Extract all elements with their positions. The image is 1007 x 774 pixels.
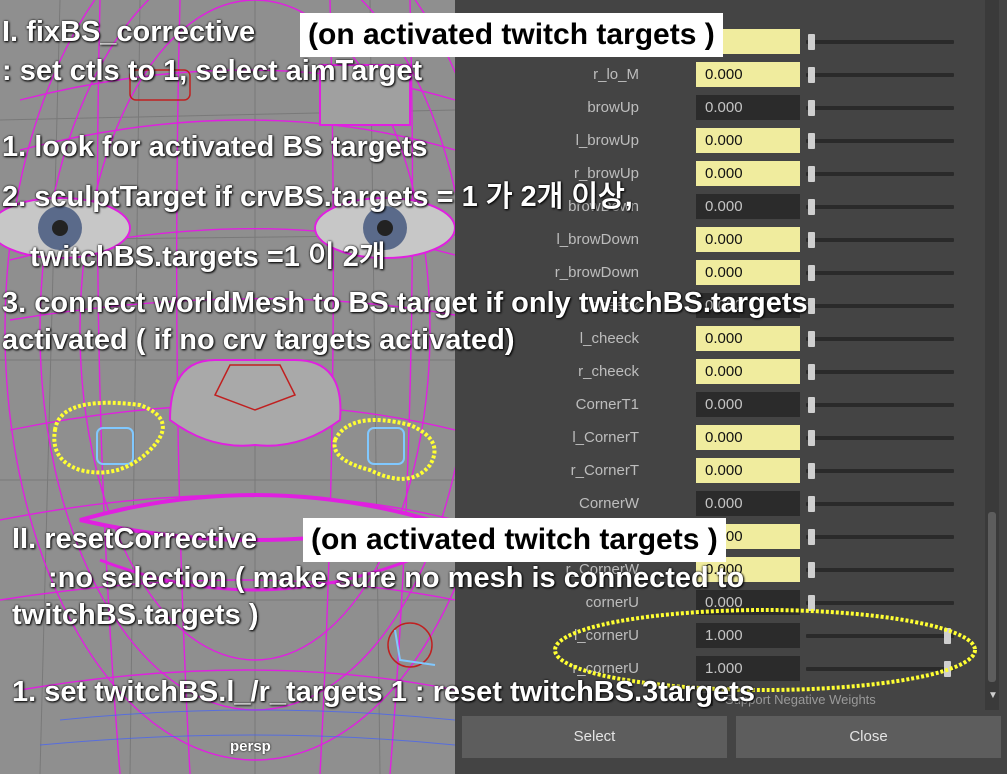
- attribute-slider-track[interactable]: [806, 337, 954, 341]
- attribute-value-field[interactable]: 0.000: [696, 161, 800, 186]
- attribute-label: r_lo_M: [593, 66, 639, 83]
- attribute-slider-track[interactable]: [806, 172, 954, 176]
- attribute-slider-handle[interactable]: [808, 100, 815, 116]
- attribute-slider-track[interactable]: [806, 304, 954, 308]
- attribute-slider-handle[interactable]: [808, 133, 815, 149]
- attribute-value-field[interactable]: 0.000: [696, 458, 800, 483]
- attribute-row: r_browDown 0.000: [455, 256, 995, 289]
- attribute-slider-handle[interactable]: [808, 265, 815, 281]
- attribute-slider-track[interactable]: [806, 106, 954, 110]
- attribute-slider-handle[interactable]: [808, 430, 815, 446]
- attribute-value-field[interactable]: 0.000: [696, 425, 800, 450]
- attribute-slider-track[interactable]: [806, 40, 954, 44]
- attribute-row: r_cheeck 0.000: [455, 355, 995, 388]
- panel-scrollbar[interactable]: ▼: [985, 0, 999, 710]
- attribute-value-field[interactable]: 0.000: [696, 95, 800, 120]
- attribute-label: r_cheeck: [578, 363, 639, 380]
- attribute-value-field[interactable]: 0.000: [696, 392, 800, 417]
- attribute-slider-track[interactable]: [806, 271, 954, 275]
- attribute-slider-handle[interactable]: [808, 232, 815, 248]
- attribute-label: l_browUp: [575, 132, 639, 149]
- attribute-slider-handle[interactable]: [808, 562, 815, 578]
- attribute-value-field[interactable]: 0.000: [696, 326, 800, 351]
- attribute-label: browUp: [587, 99, 639, 116]
- attribute-slider-handle[interactable]: [808, 166, 815, 182]
- attribute-slider-handle[interactable]: [808, 34, 815, 50]
- scroll-down-arrow-icon[interactable]: ▼: [988, 691, 998, 701]
- attribute-slider-handle[interactable]: [808, 298, 815, 314]
- annotation-title-2: II. resetCorrective: [12, 523, 258, 555]
- attribute-slider-track[interactable]: [806, 502, 954, 506]
- attribute-label: l_browDown: [556, 231, 639, 248]
- attribute-slider-handle[interactable]: [808, 331, 815, 347]
- annotation-sub-2b: twitchBS.targets ): [12, 599, 259, 631]
- annotation-step-2-1: 1. set twitchBS.l_/r_targets 1 : reset t…: [12, 676, 755, 708]
- scrollbar-thumb[interactable]: [988, 512, 996, 682]
- attribute-label: l_CornerT: [572, 429, 639, 446]
- attribute-row: l_browUp 0.000: [455, 124, 995, 157]
- select-button[interactable]: Select: [462, 716, 727, 758]
- annotation-box-1: (on activated twitch targets ): [300, 13, 723, 57]
- attribute-slider-track[interactable]: [806, 436, 954, 440]
- attribute-slider-handle[interactable]: [808, 397, 815, 413]
- attribute-row: l_browDown 0.000: [455, 223, 995, 256]
- annotation-sub-2: :no selection ( make sure no mesh is con…: [48, 562, 745, 594]
- camera-label: persp: [230, 738, 271, 755]
- attribute-value-field[interactable]: 0.000: [696, 491, 800, 516]
- attribute-value-field[interactable]: 0.000: [696, 62, 800, 87]
- attribute-slider-handle[interactable]: [808, 463, 815, 479]
- face-mesh-illustration: [0, 0, 455, 774]
- attribute-label: CornerW: [578, 495, 639, 512]
- attribute-label: r_browDown: [554, 264, 639, 281]
- attribute-slider-track[interactable]: [806, 469, 954, 473]
- attribute-slider-handle[interactable]: [808, 529, 815, 545]
- attribute-slider-track[interactable]: [806, 139, 954, 143]
- attribute-slider-track[interactable]: [806, 238, 954, 242]
- close-button[interactable]: Close: [736, 716, 1001, 758]
- attribute-value-field[interactable]: 0.000: [696, 260, 800, 285]
- attribute-row: l_cheeck 0.000: [455, 322, 995, 355]
- attribute-slider-handle[interactable]: [808, 199, 815, 215]
- attribute-slider-handle[interactable]: [808, 364, 815, 380]
- attribute-row: CornerW 0.000: [455, 487, 995, 520]
- attribute-value-field[interactable]: 0.000: [696, 128, 800, 153]
- attribute-value-field[interactable]: 0.000: [696, 359, 800, 384]
- annotation-step-1-2: 2. sculptTarget if crvBS.targets = 1 가 2…: [2, 181, 633, 213]
- attribute-label: r_CornerT: [570, 462, 639, 479]
- attribute-slider-handle[interactable]: [808, 496, 815, 512]
- annotation-step-1-3b: activated ( if no crv targets activated): [2, 324, 515, 356]
- attribute-value-field[interactable]: 0.000: [696, 194, 800, 219]
- attribute-row: r_CornerT 0.000: [455, 454, 995, 487]
- attribute-slider-track[interactable]: [806, 73, 954, 77]
- annotation-step-1-2b: twitchBS.targets =1 이 2개: [30, 241, 386, 273]
- attribute-row: CornerT1 0.000: [455, 388, 995, 421]
- annotation-sub-1: : set ctls to 1, select aimTarget: [2, 55, 423, 87]
- annotation-box-2: (on activated twitch targets ): [303, 518, 726, 562]
- attribute-value-field[interactable]: 0.000: [696, 227, 800, 252]
- attribute-label: CornerT1: [575, 396, 639, 413]
- annotation-title-1: I. fixBS_corrective: [2, 16, 256, 48]
- attribute-slider-handle[interactable]: [808, 67, 815, 83]
- attribute-slider-track[interactable]: [806, 205, 954, 209]
- annotation-step-1-1: 1. look for activated BS targets: [2, 131, 428, 163]
- attribute-slider-track[interactable]: [806, 568, 954, 572]
- attribute-slider-track[interactable]: [806, 370, 954, 374]
- attribute-row: r_lo_M 0.000: [455, 58, 995, 91]
- attribute-slider-track[interactable]: [806, 403, 954, 407]
- attribute-row: browUp 0.000: [455, 91, 995, 124]
- maya-viewport[interactable]: persp: [0, 0, 455, 774]
- attribute-row: l_CornerT 0.000: [455, 421, 995, 454]
- attribute-slider-track[interactable]: [806, 535, 954, 539]
- annotation-step-1-3: 3. connect worldMesh to BS.target if onl…: [2, 287, 808, 319]
